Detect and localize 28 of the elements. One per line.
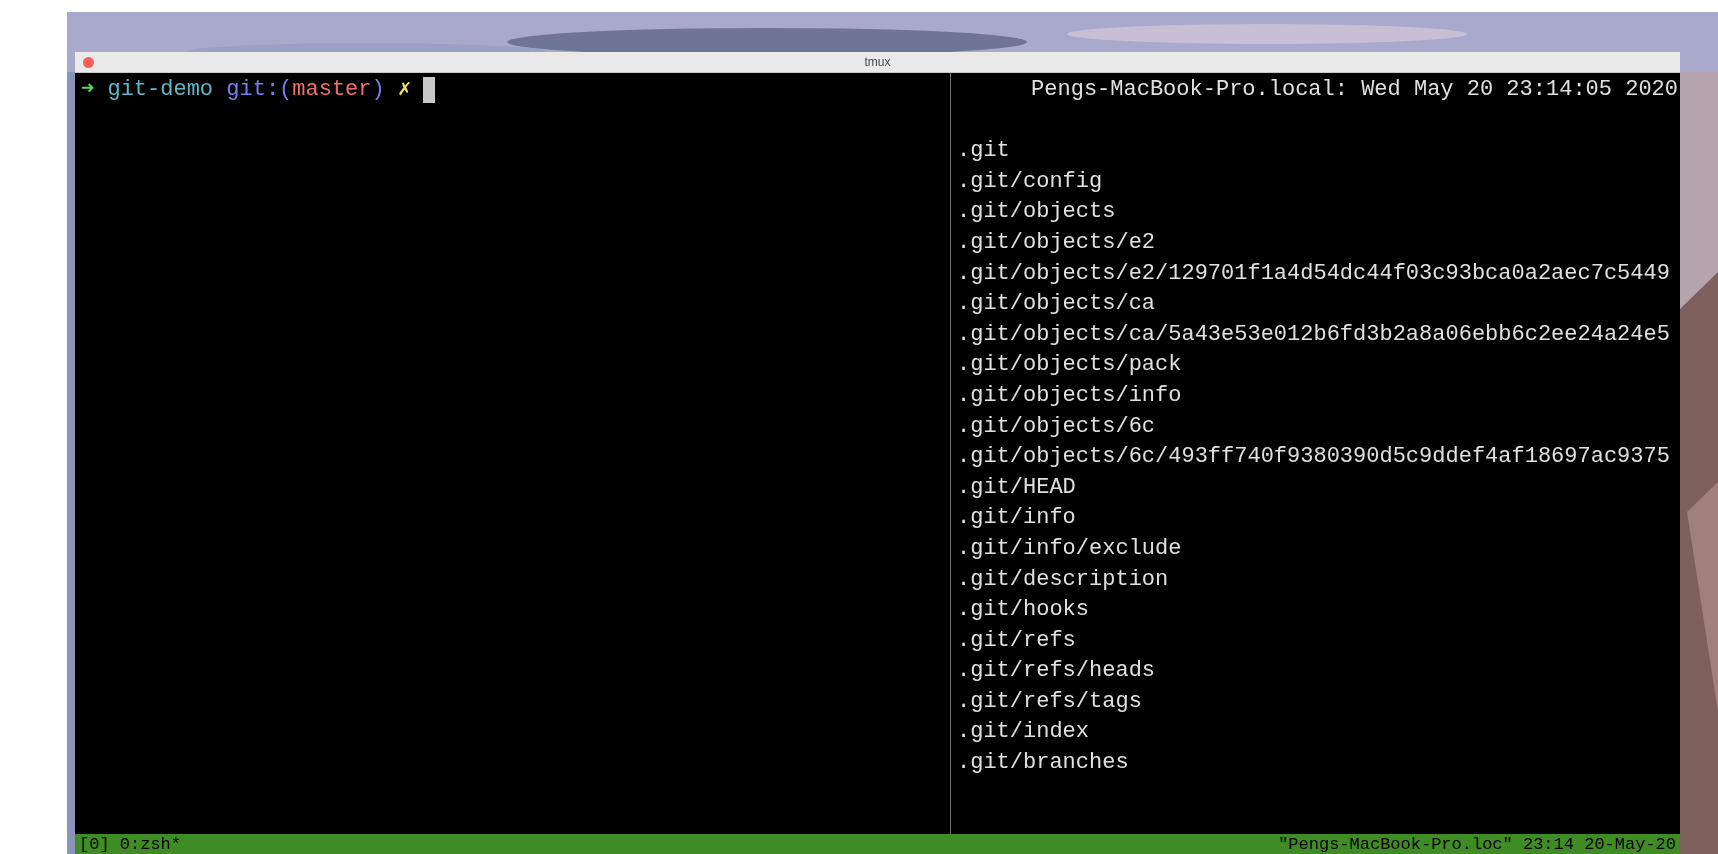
file-path: .git/objects/pack [957,351,1182,380]
file-path: .git/objects/6c [957,412,1156,441]
file-path: .git/objects/e2/129701f1a4d54dc44f03c93bca0a2aec7c5449 [957,259,1670,288]
file-path: .git/info/exclude [957,534,1182,563]
file-path: .git/index [957,718,1090,747]
file-path: .git/objects/ca/5a43e53e012b6fd3b2a8a06ebb6c2ee24a24e5 [957,320,1670,349]
session-label: [0] 0:zsh* [79,835,182,853]
file-path: .git/info [957,504,1076,533]
file-path: .git/refs [957,626,1076,655]
file-path: .git/branches [957,749,1129,778]
file-path: .git/refs/tags [957,687,1142,716]
file-path: .git/hooks [957,596,1090,625]
cursor [423,77,436,104]
file-path: .git/objects [957,198,1116,227]
file-path: .git/config [957,167,1103,196]
file-path: .git/objects/6c/493ff740f9380390d5c9ddef4af18697ac9375 [957,443,1670,472]
file-path: .git/description [957,565,1169,594]
file-path: .git [957,137,1010,166]
host-time-label: "Pengs-MacBook-Pro.loc" 23:14 20-May-20 [1278,835,1676,853]
file-path: .git/HEAD [957,473,1076,502]
close-button[interactable] [83,57,94,68]
clock-header: Pengs-MacBook-Pro.local: Wed May 20 23:14:05 2020 [1031,76,1679,104]
file-path: .git/objects/ca [957,290,1156,319]
window-title: tmux [864,56,891,68]
file-path: .git/objects/e2 [957,228,1156,257]
file-path: .git/objects/info [957,381,1182,410]
prompt-line: ➜ git-demo git:(master) ✗ [81,76,412,104]
file-path: .git/refs/heads [957,657,1156,686]
